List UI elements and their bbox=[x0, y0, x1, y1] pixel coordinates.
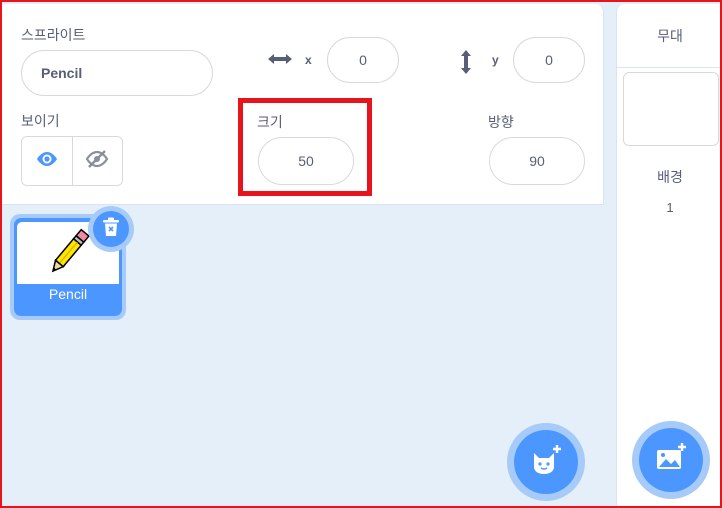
choose-backdrop-button[interactable] bbox=[632, 421, 710, 499]
x-label: x bbox=[305, 53, 312, 67]
choose-sprite-button[interactable] bbox=[507, 423, 585, 501]
y-label: y bbox=[492, 53, 499, 67]
choose-sprite-button-body bbox=[514, 430, 578, 494]
eye-slash-icon bbox=[85, 149, 109, 174]
show-label: 보이기 bbox=[21, 113, 60, 129]
backdrops-label: 배경 bbox=[657, 169, 683, 185]
choose-backdrop-button-body bbox=[639, 428, 703, 492]
stage-thumbnail[interactable] bbox=[623, 72, 719, 146]
delete-button-body bbox=[93, 211, 129, 247]
image-add-icon bbox=[654, 441, 688, 480]
hide-sprite-button[interactable] bbox=[72, 137, 122, 185]
stage-title: 무대 bbox=[617, 4, 722, 68]
sprite-tile-name: Pencil bbox=[48, 286, 88, 302]
y-input[interactable]: 0 bbox=[513, 37, 585, 83]
sprite-name-input[interactable]: Pencil bbox=[21, 50, 213, 96]
direction-input[interactable]: 90 bbox=[489, 137, 585, 185]
delete-sprite-button[interactable] bbox=[88, 206, 134, 252]
cat-add-icon bbox=[529, 443, 563, 482]
x-input[interactable]: 0 bbox=[327, 37, 399, 83]
pencil-icon bbox=[45, 225, 93, 284]
trash-icon bbox=[102, 217, 120, 242]
y-arrows-icon bbox=[459, 49, 473, 80]
sprite-label: 스프라이트 bbox=[21, 27, 86, 43]
eye-icon bbox=[35, 151, 59, 172]
direction-label: 방향 bbox=[488, 114, 514, 130]
x-arrows-icon bbox=[267, 52, 293, 71]
size-highlight-box bbox=[238, 98, 372, 196]
visibility-toggle-group bbox=[21, 136, 123, 186]
backdrops-count: 1 bbox=[666, 200, 674, 215]
show-sprite-button[interactable] bbox=[22, 137, 73, 185]
